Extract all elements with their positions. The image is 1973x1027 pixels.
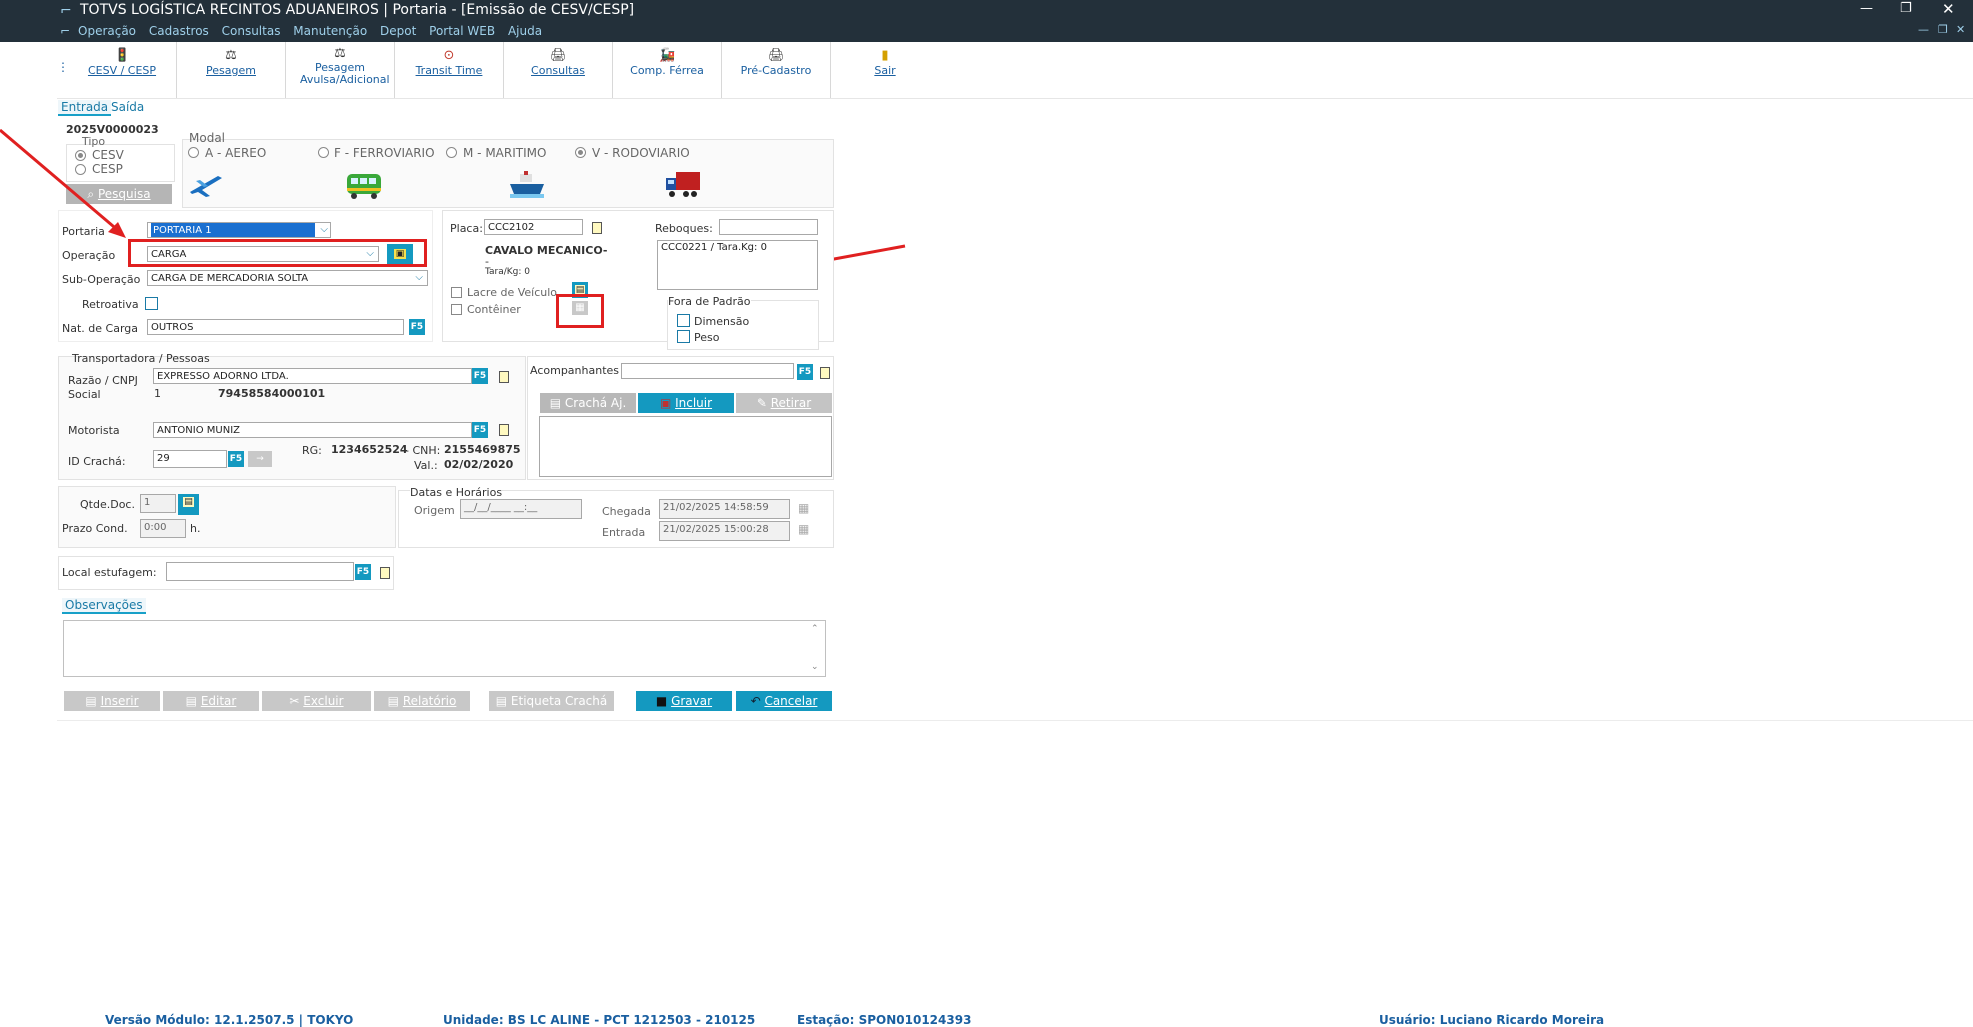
qtde-doc-input[interactable]: 1 [140,494,176,513]
conteiner-label: Contêiner [467,303,521,316]
val-value: 02/02/2020 [444,458,514,471]
vehicle-tara: Tara/Kg: 0 [485,267,531,277]
status-bar: Versão Módulo: 12.1.2507.5 | TOKYO Unida… [57,1013,1973,1027]
observacoes-textarea[interactable] [63,620,826,677]
reboques-label: Reboques: [655,222,713,235]
entrada-input[interactable]: 21/02/2025 15:00:28 [659,521,790,541]
local-document-icon[interactable] [380,567,390,579]
cnh-value: 2155469875 [444,443,521,456]
idcracha-label: ID Crachá: [68,455,126,468]
status-versao: Versão Módulo: 12.1.2507.5 | TOKYO [105,1013,354,1027]
origem-label: Origem [414,504,455,517]
social-label: Social [68,388,101,401]
prazo-unit: h. [190,522,201,535]
val-label: Val.: [414,459,438,472]
peso-checkbox[interactable] [677,330,690,343]
inserir-button[interactable]: ▤ Inserir [64,691,160,711]
reboques-input[interactable] [719,219,818,235]
conteiner-checkbox[interactable] [451,304,462,315]
vehicle-description: CAVALO MECANICO- [485,244,608,257]
razao-label: Razão / CNPJ [68,374,138,387]
chegada-calendar-icon[interactable]: ▦ [798,501,809,515]
chegada-input[interactable]: 21/02/2025 14:58:59 [659,499,790,519]
cnpj-prefix: 1 [154,387,161,400]
razao-document-icon[interactable] [499,371,509,383]
document-icon: ▤ [183,497,194,507]
acompanhantes-document-icon[interactable] [820,367,830,379]
fora-padrao-label: Fora de Padrão [668,295,751,308]
idcracha-input[interactable]: 29 [153,450,227,468]
relatorio-button[interactable]: ▤ Relatório [374,691,470,711]
edit-icon: ▤ [185,694,201,708]
datas-section-label: Datas e Horários [410,486,503,499]
origem-input[interactable]: __/__/____ __:__ [460,499,582,519]
gravar-button[interactable]: ■ Gravar [636,691,732,711]
placa-label: Placa: [450,222,483,235]
qtde-doc-label: Qtde.Doc. [80,498,135,511]
scroll-up-icon[interactable]: ⌃ [811,624,819,634]
docs-panel [58,486,396,548]
motorista-label: Motorista [68,424,120,437]
peso-label: Peso [694,331,720,344]
idcracha-f5-button[interactable]: F5 [228,451,244,467]
cancelar-button[interactable]: ↶ Cancelar [736,691,832,711]
delete-icon: ✂ [289,694,304,708]
chegada-label: Chegada [602,505,651,518]
razao-input[interactable]: EXPRESSO ADORNO LTDA. [153,368,472,384]
prazo-cond-label: Prazo Cond. [62,522,128,535]
placa-document-icon[interactable] [592,222,602,234]
cracha-aj-button[interactable]: ▤ Crachá Aj. [540,393,636,413]
motorista-input[interactable]: ANTONIO MUNIZ [153,422,472,438]
label-printer-icon: ▤ [495,694,511,708]
acompanhantes-input[interactable] [621,363,794,379]
entrada-label: Entrada [602,526,646,539]
status-unidade: Unidade: BS LC ALINE - PCT 1212503 - 210… [443,1013,756,1027]
retirar-button[interactable]: ✎ Retirar [736,393,832,413]
rg-value: 1234652524 [331,443,408,456]
cnpj-value: 79458584000101 [218,387,326,400]
badge-icon: ▤ [549,396,565,410]
dimensao-label: Dimensão [694,315,750,328]
prazo-cond-input[interactable]: 0:00 [140,519,186,538]
insert-icon: ▤ [85,694,101,708]
editar-button[interactable]: ▤ Editar [163,691,259,711]
acompanhantes-list[interactable] [539,416,832,477]
lacre-checkbox[interactable] [451,287,462,298]
incluir-button[interactable]: ▣ Incluir [638,393,734,413]
content-divider [57,720,1973,721]
acompanhantes-label: Acompanhantes [530,364,620,377]
undo-icon: ↶ [750,694,765,708]
placa-input[interactable]: CCC2102 [484,219,583,235]
tab-observacoes[interactable]: Observações [62,598,146,614]
rg-label: RG: [302,444,322,457]
save-icon: ■ [655,694,672,708]
acompanhantes-f5-button[interactable]: F5 [797,364,813,380]
razao-f5-button[interactable]: F5 [472,368,488,384]
local-estufagem-input[interactable] [166,562,354,581]
report-icon: ▤ [387,694,403,708]
motorista-f5-button[interactable]: F5 [472,422,488,438]
local-estufagem-label: Local estufagem: [62,566,157,579]
status-usuario: Usuário: Luciano Ricardo Moreira [1379,1013,1605,1027]
scroll-down-icon[interactable]: ⌄ [811,662,819,672]
excluir-button[interactable]: ✂ Excluir [262,691,371,711]
local-f5-button[interactable]: F5 [355,564,371,580]
qtde-doc-button[interactable]: ▤ [178,494,199,515]
remove-icon: ✎ [756,396,771,410]
entrada-calendar-icon[interactable]: ▦ [798,522,809,536]
transportadora-section-label: Transportadora / Pessoas [72,352,210,365]
etiqueta-cracha-button[interactable]: ▤ Etiqueta Crachá [489,691,614,711]
cnh-label: - CNH: [405,444,441,457]
dimensao-checkbox[interactable] [677,314,690,327]
reboques-list[interactable]: CCC0221 / Tara.Kg: 0 [657,240,818,290]
status-estacao: Estação: SPON010124393 [797,1013,972,1027]
motorista-document-icon[interactable] [499,424,509,436]
highlight-conteiner [556,294,604,328]
lacre-label: Lacre de Veículo [467,286,558,299]
add-icon: ▣ [659,396,676,410]
idcracha-extra-button[interactable]: → [248,451,272,467]
